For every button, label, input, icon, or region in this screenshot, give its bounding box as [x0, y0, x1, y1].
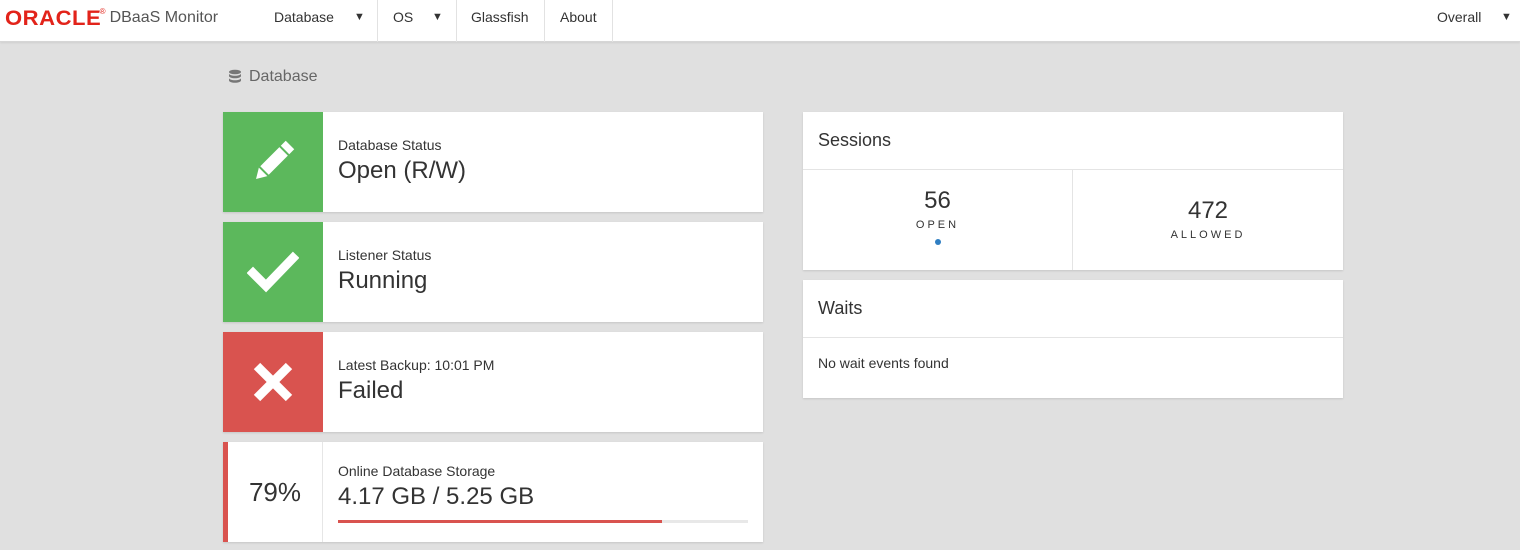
sessions-open[interactable]: 56 OPEN	[803, 170, 1073, 270]
storage-progress-track	[338, 520, 748, 523]
listener-status-label: Listener Status	[338, 247, 432, 263]
top-navbar: ORACLE ® DBaaS Monitor Database ▼ OS ▼ G…	[0, 0, 1520, 42]
listener-status-icon-box	[223, 222, 323, 322]
sessions-allowed-value: 472	[1187, 197, 1229, 224]
nav-glassfish-label: Glassfish	[471, 9, 529, 25]
sessions-indicator-dot	[934, 239, 941, 245]
backup-status-value: Failed	[338, 377, 404, 404]
chevron-down-icon: ▼	[1501, 11, 1512, 23]
database-status-value: Open (R/W)	[338, 157, 467, 184]
breadcrumb-label: Database	[249, 68, 318, 85]
storage-label: Online Database Storage	[338, 463, 496, 479]
nav-os-menu[interactable]: OS ▼	[378, 0, 457, 42]
sessions-panel: Sessions 56 OPEN 472 ALLOWED	[803, 112, 1343, 270]
listener-status-value: Running	[338, 267, 428, 294]
backup-status-card: Latest Backup: 10:01 PM Failed	[223, 332, 763, 432]
sessions-body: 56 OPEN 472 ALLOWED	[803, 170, 1343, 270]
database-icon	[229, 69, 241, 83]
sessions-open-label: OPEN	[915, 219, 960, 231]
brand[interactable]: ORACLE ® DBaaS Monitor	[5, 8, 218, 30]
check-icon	[247, 251, 299, 293]
database-status-label: Database Status	[338, 137, 442, 153]
sessions-title: Sessions	[803, 112, 1343, 170]
pencil-icon	[256, 140, 295, 179]
database-status-icon-box	[223, 112, 323, 212]
nav-overall-menu[interactable]: Overall ▼	[1423, 0, 1520, 42]
sessions-allowed-label: ALLOWED	[1170, 229, 1246, 241]
chevron-down-icon: ▼	[432, 11, 443, 23]
sessions-allowed[interactable]: 472 ALLOWED	[1073, 170, 1343, 270]
nav-overall-label: Overall	[1437, 9, 1482, 25]
nav-os-label: OS	[393, 9, 414, 25]
nav-about[interactable]: About	[545, 0, 613, 42]
storage-card: 79% Online Database Storage 4.17 GB / 5.…	[223, 442, 763, 542]
listener-status-card: Listener Status Running	[223, 222, 763, 322]
nav-database-menu[interactable]: Database ▼	[260, 0, 378, 42]
close-icon	[253, 362, 293, 402]
breadcrumb: Database	[228, 68, 318, 86]
database-status-card: Database Status Open (R/W)	[223, 112, 763, 212]
waits-panel: Waits No wait events found	[803, 280, 1343, 398]
backup-status-icon-box	[223, 332, 323, 432]
storage-value: 4.17 GB / 5.25 GB	[338, 483, 535, 510]
waits-message: No wait events found	[818, 355, 949, 371]
chevron-down-icon: ▼	[354, 11, 365, 23]
app-name: DBaaS Monitor	[109, 9, 219, 26]
nav-glassfish[interactable]: Glassfish	[457, 0, 545, 42]
sessions-open-value: 56	[924, 187, 951, 214]
waits-title: Waits	[803, 280, 1343, 338]
oracle-logo: ORACLE	[5, 7, 102, 30]
backup-status-label: Latest Backup: 10:01 PM	[338, 357, 495, 373]
nav-database-label: Database	[274, 9, 334, 25]
storage-percent: 79%	[223, 442, 323, 542]
nav-about-label: About	[560, 9, 597, 25]
storage-progress-fill	[338, 520, 662, 523]
